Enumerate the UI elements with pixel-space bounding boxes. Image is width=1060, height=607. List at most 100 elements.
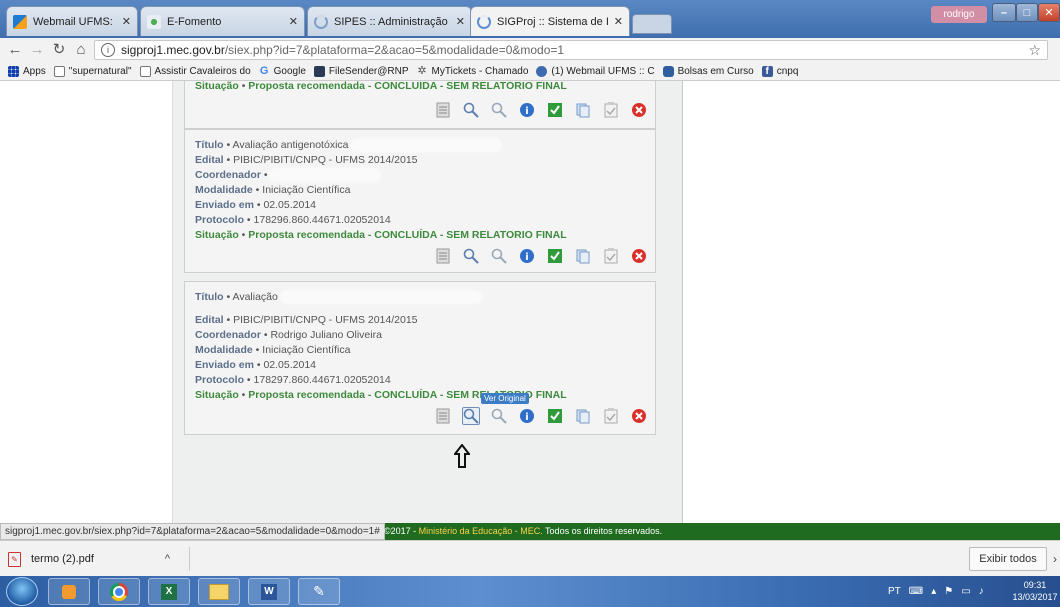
chevron-up-icon[interactable]: ^ (165, 553, 170, 565)
redacted-area (351, 139, 502, 152)
tooltip: Ver Original (481, 393, 529, 404)
edital-row: Edital • PIBIC/PIBITI/CNPQ - UFMS 2014/2… (195, 314, 418, 326)
tab-webmail[interactable]: Webmail UFMS: Entrada ✕ (6, 6, 138, 36)
chrome-icon[interactable] (98, 578, 140, 605)
profile-button[interactable]: rodrigo (931, 6, 987, 23)
enviado-row: Enviado em • 02.05.2014 (195, 199, 317, 211)
volume-icon[interactable]: ♪ (979, 586, 984, 597)
clock[interactable]: 09:31 13/03/2017 (1010, 579, 1060, 603)
close-icon[interactable]: ✕ (456, 15, 465, 28)
site-info-icon[interactable]: i (101, 43, 115, 57)
info-icon[interactable]: i (518, 101, 536, 119)
back-arrow-icon[interactable]: ← (6, 41, 24, 59)
modalidade-row: Modalidade • Iniciação Científica (195, 184, 351, 196)
tab-sigproj[interactable]: SIGProj :: Sistema de Info ✕ (470, 6, 630, 36)
close-icon[interactable]: ✕ (122, 15, 131, 28)
webmail-icon (536, 65, 548, 77)
address-bar[interactable]: i sigproj1.mec.gov.br /siex.php?id=7&pla… (94, 40, 1048, 60)
situacao-row: Situação • Proposta recomendada - CONCLU… (195, 389, 567, 401)
bookmark-filesender[interactable]: FileSender@RNP (313, 65, 409, 77)
info-icon[interactable]: i (518, 407, 536, 425)
system-tray: PT ⌨ ▴ ⚑ ▭ ♪ (888, 576, 984, 607)
maximize-button[interactable]: □ (1016, 3, 1038, 22)
view-original-icon[interactable] (462, 247, 480, 265)
flag-icon[interactable]: ⚑ (944, 586, 953, 597)
chevron-up-icon[interactable]: ▴ (931, 586, 936, 597)
keyboard-icon[interactable]: ⌨ (909, 586, 923, 597)
view-original-icon[interactable] (462, 407, 480, 425)
word-icon[interactable]: W (248, 578, 290, 605)
status-url: sigproj1.mec.gov.br/siex.php?id=7&plataf… (0, 523, 385, 540)
language-indicator[interactable]: PT (888, 586, 901, 597)
download-item[interactable]: ✎ termo (2).pdf ^ (8, 547, 184, 571)
explorer-folder-icon[interactable] (198, 578, 240, 605)
delete-icon[interactable] (630, 407, 648, 425)
page-icon (53, 65, 65, 77)
copy-icon[interactable] (574, 407, 592, 425)
coordenador-row: Coordenador • Rodrigo Juliano Oliveira (195, 329, 382, 341)
excel-icon[interactable]: X (148, 578, 190, 605)
browser-title-bar: Webmail UFMS: Entrada ✕ E-Fomento ✕ SIPE… (0, 0, 1060, 38)
left-margin (0, 81, 172, 523)
edital-row: Edital • PIBIC/PIBITI/CNPQ - UFMS 2014/2… (195, 154, 418, 166)
tab-sipes[interactable]: SIPES :: Administração ✕ (307, 6, 472, 36)
document-icon[interactable] (434, 247, 452, 265)
url-path: /siex.php?id=7&plataforma=2&acao=5&modal… (224, 43, 565, 57)
document-icon[interactable] (434, 407, 452, 425)
media-player-icon[interactable] (48, 578, 90, 605)
document-icon[interactable] (434, 101, 452, 119)
svg-text:i: i (525, 106, 528, 117)
tab-e-fomento[interactable]: E-Fomento ✕ (140, 6, 305, 36)
browser-toolbar: ← → ↻ ⌂ i sigproj1.mec.gov.br /siex.php?… (0, 38, 1060, 62)
search-icon[interactable] (490, 247, 508, 265)
bookmark-cnpq[interactable]: f cnpq (761, 65, 798, 77)
new-tab-button[interactable] (632, 14, 672, 34)
bookmark-apps[interactable]: Apps (8, 65, 46, 77)
bookmark-supernatural[interactable]: "supernatural" (53, 65, 132, 77)
forward-arrow-icon[interactable]: → (28, 41, 46, 59)
bolsas-icon (662, 65, 674, 77)
action-icons: i (429, 246, 653, 266)
titulo-value: Avaliação (232, 291, 278, 303)
bookmark-mytickets[interactable]: ✲ MyTickets - Chamado (417, 64, 528, 77)
reload-icon[interactable]: ↻ (50, 41, 68, 59)
mytickets-icon: ✲ (417, 64, 427, 77)
close-window-button[interactable]: ✕ (1038, 3, 1060, 22)
checklist-icon[interactable] (602, 247, 620, 265)
page-icon (139, 65, 151, 77)
network-icon[interactable]: ▭ (961, 586, 970, 597)
info-icon[interactable]: i (518, 247, 536, 265)
minimize-button[interactable]: – (992, 3, 1016, 22)
delete-icon[interactable] (630, 101, 648, 119)
svg-text:i: i (525, 252, 528, 263)
check-icon[interactable] (546, 407, 564, 425)
checklist-icon[interactable] (602, 407, 620, 425)
bookmark-star-icon[interactable]: ☆ (1028, 42, 1041, 59)
bookmark-bolsas[interactable]: Bolsas em Curso (662, 65, 754, 77)
search-icon[interactable] (490, 407, 508, 425)
bookmark-google[interactable]: G Google (259, 65, 306, 77)
home-icon[interactable]: ⌂ (72, 41, 90, 59)
checklist-icon[interactable] (602, 101, 620, 119)
copy-icon[interactable] (574, 247, 592, 265)
check-icon[interactable] (546, 101, 564, 119)
search-icon[interactable] (490, 101, 508, 119)
close-icon[interactable]: ✕ (614, 15, 623, 28)
project-card: Título • Avaliação antigenotóxica Edital… (184, 129, 656, 273)
view-original-icon[interactable] (462, 101, 480, 119)
bookmark-webmail[interactable]: (1) Webmail UFMS :: C (536, 65, 655, 77)
check-icon[interactable] (546, 247, 564, 265)
project-card: Título • Avaliação Edital • PIBIC/PIBITI… (184, 281, 656, 435)
close-icon[interactable]: › (1053, 552, 1057, 566)
show-all-button[interactable]: Exibir todos (969, 547, 1047, 571)
start-button[interactable] (6, 577, 38, 606)
close-icon[interactable]: ✕ (289, 15, 298, 28)
bookmark-cavaleiros[interactable]: Assistir Cavaleiros do (139, 65, 251, 77)
facebook-icon: f (761, 65, 773, 77)
copy-icon[interactable] (574, 101, 592, 119)
paint-icon[interactable]: ✎ (298, 578, 340, 605)
e-fomento-icon (147, 14, 161, 29)
mec-link[interactable]: Ministério da Educação - MEC. (419, 526, 543, 536)
delete-icon[interactable] (630, 247, 648, 265)
titulo-value: Avaliação antigenotóxica (232, 139, 349, 151)
